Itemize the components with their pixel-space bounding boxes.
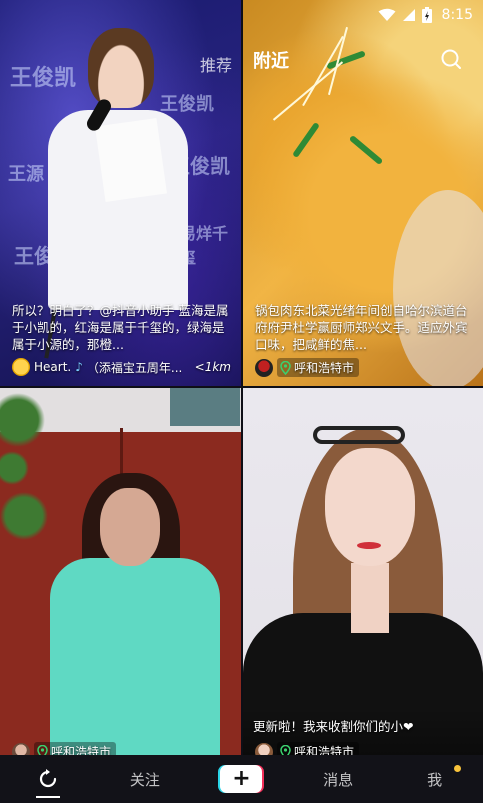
nav-home[interactable] bbox=[8, 768, 88, 798]
create-video-button[interactable]: + bbox=[218, 765, 265, 793]
location-chip[interactable]: 呼和浩特市 bbox=[34, 742, 117, 755]
location-pin-icon bbox=[280, 360, 291, 375]
video-caption: 更新啦！我来收割你们的小❤ bbox=[253, 719, 414, 734]
location-label: 呼和浩特市 bbox=[51, 745, 112, 755]
distance-label: <1km bbox=[194, 360, 231, 374]
status-time: 8:15 bbox=[441, 7, 473, 23]
bottom-nav: 关注 + 消息 我 bbox=[0, 755, 483, 803]
nav-create[interactable]: + bbox=[201, 765, 281, 793]
video-card[interactable]: 呼和浩特市 bbox=[0, 388, 241, 755]
video-thumbnail: 更新啦！我来收割你们的小❤ bbox=[243, 388, 483, 755]
signal-icon bbox=[402, 9, 415, 21]
music-title: （添福宝五周年... bbox=[86, 360, 183, 375]
refresh-home-icon bbox=[40, 769, 57, 788]
video-caption: 锅包肉东北菜光绪年间创自哈尔滨道台府府尹杜学赢厨师郑兴文手。适应外宾口味，把咸鲜… bbox=[255, 303, 468, 352]
location-label: 呼和浩特市 bbox=[294, 361, 355, 375]
active-tab-indicator bbox=[36, 796, 61, 798]
nav-me-label: 我 bbox=[427, 770, 443, 789]
search-icon[interactable] bbox=[440, 48, 462, 70]
tab-recommend[interactable]: 推荐 bbox=[200, 52, 232, 76]
video-meta: Heart. ♪ （添福宝五周年... <1km bbox=[12, 358, 231, 376]
nav-follow[interactable]: 关注 bbox=[105, 769, 185, 790]
author-name: Heart. bbox=[34, 360, 72, 374]
nav-me[interactable]: 我 bbox=[395, 764, 475, 790]
video-meta: 呼和浩特市 bbox=[255, 358, 473, 377]
location-chip[interactable]: 呼和浩特市 bbox=[277, 742, 360, 755]
avatar[interactable] bbox=[255, 742, 273, 755]
location-chip[interactable]: 呼和浩特市 bbox=[277, 358, 360, 377]
location-pin-icon bbox=[37, 744, 48, 755]
nav-messages[interactable]: 消息 bbox=[298, 769, 378, 790]
avatar[interactable] bbox=[255, 358, 273, 377]
video-meta: 呼和浩特市 bbox=[255, 742, 473, 755]
wifi-icon bbox=[378, 8, 396, 21]
video-card[interactable]: 更新啦！我来收割你们的小❤ 呼和浩特市 bbox=[243, 388, 483, 755]
video-caption: 所以？明白了？@抖音小助手 蓝海是属于小凯的，红海是属于千玺的，绿海是属于小源的… bbox=[12, 303, 229, 352]
notification-dot bbox=[453, 764, 461, 772]
video-meta: 呼和浩特市 bbox=[12, 742, 231, 755]
music-note-icon: ♪ bbox=[75, 360, 83, 374]
status-bar: 8:15 bbox=[0, 0, 483, 30]
battery-charging-icon bbox=[421, 7, 432, 23]
avatar[interactable] bbox=[12, 742, 30, 755]
page-title-nearby: 附近 bbox=[253, 51, 289, 72]
location-pin-icon bbox=[280, 744, 291, 755]
video-thumbnail bbox=[0, 388, 241, 755]
video-grid: 王俊凯 王俊凯 王俊凯 王源 易烊千玺 王俊凯 所以？明白了？@抖音小助手 蓝海… bbox=[0, 0, 483, 755]
plus-icon: + bbox=[220, 765, 263, 793]
avatar[interactable] bbox=[12, 358, 30, 376]
location-label: 呼和浩特市 bbox=[294, 745, 355, 755]
